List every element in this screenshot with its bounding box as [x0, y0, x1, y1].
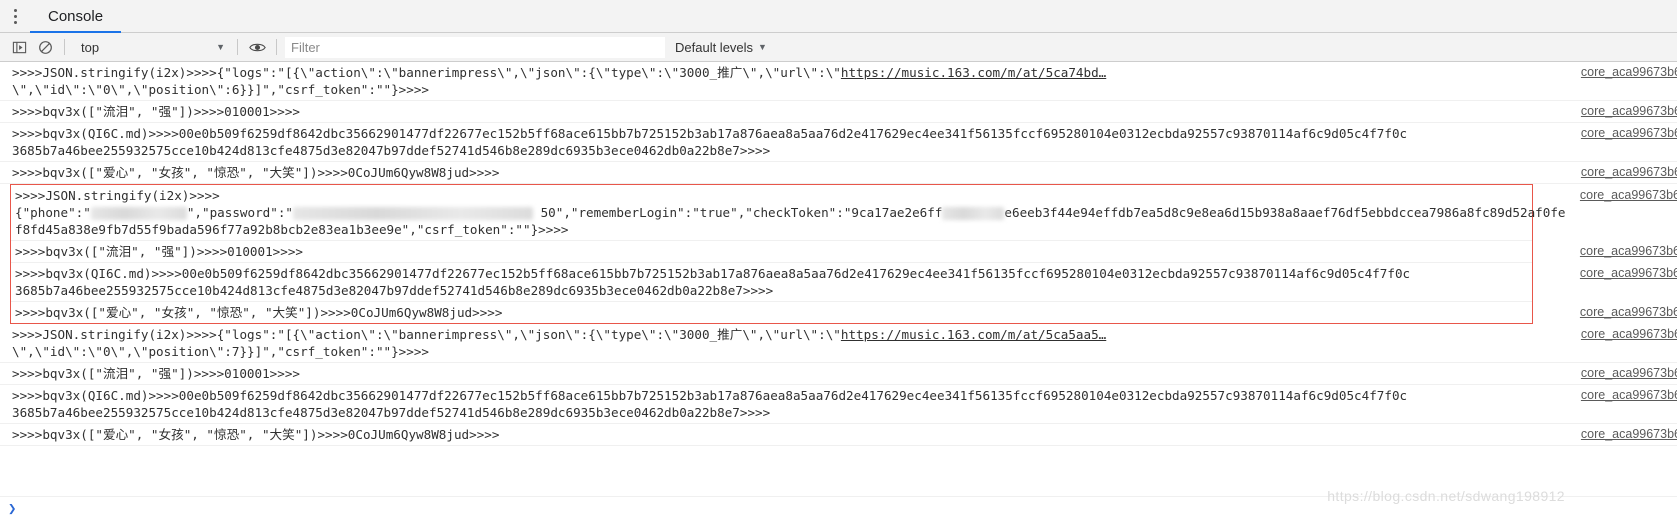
message-source-link[interactable]: core_aca99673b6 [1580, 243, 1677, 260]
console-message-line: \",\"id\":\"0\",\"position\":7}}]","csrf… [12, 343, 1677, 360]
console-message[interactable]: >>>>bqv3x(QI6C.md)>>>>00e0b509f6259df864… [0, 385, 1677, 424]
devtools-tabstrip: Console [0, 0, 1677, 33]
console-url-link[interactable]: https://music.163.com/m/at/5ca5aa5… [841, 327, 1106, 342]
console-message-line: 3685b7a46bee255932575cce10b424d813cfe487… [12, 142, 1677, 159]
tab-console-label: Console [48, 7, 104, 25]
console-message-text: >>>>bqv3x(QI6C.md)>>>>00e0b509f6259df864… [15, 266, 1411, 281]
console-message-line: >>>>bqv3x(["爱心", "女孩", "惊恐", "大笑"])>>>>0… [12, 164, 1677, 181]
console-message-line: >>>>bqv3x(["流泪", "强"])>>>>010001>>>> [15, 243, 1532, 260]
console-message-line: >>>>bqv3x(QI6C.md)>>>>00e0b509f6259df864… [15, 265, 1532, 282]
console-message-text: 3685b7a46bee255932575cce10b424d813cfe487… [12, 405, 771, 420]
message-source-link[interactable]: core_aca99673b6 [1581, 64, 1677, 81]
console-message[interactable]: >>>>bqv3x(["爱心", "女孩", "惊恐", "大笑"])>>>>0… [11, 302, 1677, 323]
highlighted-message-group: >>>>JSON.stringify(i2x)>>>> {"phone":" ","… [10, 184, 1677, 324]
message-source-link[interactable]: core_aca99673b6 [1580, 265, 1677, 282]
console-message-text: 50","rememberLogin":"true","checkToken":… [532, 205, 943, 220]
console-message-text: >>>>bqv3x(["爱心", "女孩", "惊恐", "大笑"])>>>>0… [12, 165, 500, 180]
console-message-line: >>>>JSON.stringify(i2x)>>>> [15, 187, 1532, 204]
console-message[interactable]: >>>>JSON.stringify(i2x)>>>> {"phone":" ","… [11, 185, 1677, 241]
console-message-text: >>>>JSON.stringify(i2x)>>>>{"logs":"[{\"… [12, 65, 841, 80]
toolbar-divider-2 [237, 39, 238, 55]
console-message[interactable]: >>>>bqv3x(QI6C.md)>>>>00e0b509f6259df864… [11, 263, 1677, 302]
message-source-link[interactable]: core_aca99673b6 [1581, 387, 1677, 404]
console-message[interactable]: >>>>bqv3x(["流泪", "强"])>>>>010001>>>> core… [0, 363, 1677, 385]
console-message-text: f8fd45a838e9fb7d55f9bada596f77a92b8bcb2e… [15, 222, 569, 237]
execution-context-selector[interactable]: top ▼ [71, 36, 231, 58]
console-message[interactable]: >>>>bqv3x(["爱心", "女孩", "惊恐", "大笑"])>>>>0… [0, 162, 1677, 184]
console-message-text: >>>>JSON.stringify(i2x)>>>> [15, 188, 220, 203]
message-source-link[interactable]: core_aca99673b6 [1580, 304, 1677, 321]
more-options-icon[interactable] [0, 0, 30, 32]
log-levels-label: Default levels [675, 39, 754, 55]
console-message[interactable]: >>>>bqv3x(["爱心", "女孩", "惊恐", "大笑"])>>>>0… [0, 424, 1677, 446]
console-message-line: {"phone":" ","password":" 50","rememberLo… [15, 204, 1566, 221]
clear-console-icon[interactable] [32, 34, 58, 60]
message-source-link[interactable]: core_aca99673b6 [1581, 326, 1677, 343]
console-message[interactable]: >>>>JSON.stringify(i2x)>>>>{"logs":"[{\"… [0, 324, 1677, 363]
message-source-link[interactable]: core_aca99673b6 [1581, 365, 1677, 382]
message-source-link[interactable]: core_aca99673b6 [1581, 103, 1677, 120]
console-message-text: 3685b7a46bee255932575cce10b424d813cfe487… [15, 283, 774, 298]
console-message-text: >>>>bqv3x(QI6C.md)>>>>00e0b509f6259df864… [12, 388, 1408, 403]
chevron-down-icon: ▼ [758, 42, 767, 52]
message-source-link[interactable]: core_aca99673b6 [1581, 426, 1677, 443]
console-message-text: >>>>bqv3x(["爱心", "女孩", "惊恐", "大笑"])>>>>0… [15, 305, 503, 320]
chevron-right-icon: ❯ [8, 500, 17, 517]
console-message-list[interactable]: >>>>JSON.stringify(i2x)>>>>{"logs":"[{\"… [0, 62, 1677, 496]
console-message[interactable]: >>>>bqv3x(["流泪", "强"])>>>>010001>>>> core… [0, 101, 1677, 123]
console-message-text: \",\"id\":\"0\",\"position\":7}}]","csrf… [12, 344, 430, 359]
console-message-text: >>>>JSON.stringify(i2x)>>>>{"logs":"[{\"… [12, 327, 841, 342]
console-message-text: e6eeb3f44e94effdb7ea5d8c9e8ea6d15b938a8a… [1004, 205, 1566, 220]
console-message-text: \",\"id\":\"0\",\"position\":6}}]","csrf… [12, 82, 430, 97]
console-message-line: 3685b7a46bee255932575cce10b424d813cfe487… [15, 282, 1532, 299]
redacted-value [942, 207, 1005, 220]
message-source-link[interactable]: core_aca99673b6 [1580, 187, 1677, 204]
devtools-console-panel: Console top ▼ Filter Default levels ▼ >>… [0, 0, 1677, 520]
console-message-line: >>>>bqv3x(["爱心", "女孩", "惊恐", "大笑"])>>>>0… [12, 426, 1677, 443]
eye-icon[interactable] [244, 34, 270, 60]
log-levels-selector[interactable]: Default levels ▼ [675, 40, 767, 55]
console-message-text: >>>>bqv3x(["流泪", "强"])>>>>010001>>>> [12, 104, 300, 119]
toolbar-divider-1 [64, 39, 65, 55]
console-message-line: 3685b7a46bee255932575cce10b424d813cfe487… [12, 404, 1677, 421]
console-message[interactable]: >>>>bqv3x(["流泪", "强"])>>>>010001>>>> core… [11, 241, 1677, 263]
filter-input[interactable] [285, 36, 665, 58]
console-message-text: >>>>bqv3x(["流泪", "强"])>>>>010001>>>> [12, 366, 300, 381]
console-message-line: >>>>bqv3x(["流泪", "强"])>>>>010001>>>> [12, 365, 1677, 382]
console-message-line: >>>>bqv3x(["流泪", "强"])>>>>010001>>>> [12, 103, 1677, 120]
execution-context-value: top [81, 39, 100, 55]
chevron-down-icon: ▼ [216, 42, 225, 52]
console-message-line: \",\"id\":\"0\",\"position\":6}}]","csrf… [12, 81, 1677, 98]
console-message-line: >>>>bqv3x(QI6C.md)>>>>00e0b509f6259df864… [12, 387, 1677, 404]
message-source-link[interactable]: core_aca99673b6 [1581, 164, 1677, 181]
console-message-line: f8fd45a838e9fb7d55f9bada596f77a92b8bcb2e… [15, 221, 1532, 238]
console-prompt-row[interactable]: ❯ [0, 496, 1677, 520]
console-message-text: >>>>bqv3x(QI6C.md)>>>>00e0b509f6259df864… [12, 126, 1408, 141]
message-source-link[interactable]: core_aca99673b6 [1581, 125, 1677, 142]
console-message-text: >>>>bqv3x(["爱心", "女孩", "惊恐", "大笑"])>>>>0… [12, 427, 500, 442]
redacted-value [90, 207, 187, 220]
console-message-line: >>>>bqv3x(["爱心", "女孩", "惊恐", "大笑"])>>>>0… [15, 304, 1532, 321]
tab-console[interactable]: Console [30, 1, 122, 33]
console-url-link[interactable]: https://music.163.com/m/at/5ca74bd… [841, 65, 1106, 80]
console-message-line: >>>>bqv3x(QI6C.md)>>>>00e0b509f6259df864… [12, 125, 1677, 142]
console-message-line: >>>>JSON.stringify(i2x)>>>>{"logs":"[{\"… [12, 64, 1677, 81]
console-message[interactable]: >>>>JSON.stringify(i2x)>>>>{"logs":"[{\"… [0, 62, 1677, 101]
toolbar-divider-3 [276, 39, 277, 55]
console-message-text: 3685b7a46bee255932575cce10b424d813cfe487… [12, 143, 771, 158]
console-message[interactable]: >>>>bqv3x(QI6C.md)>>>>00e0b509f6259df864… [0, 123, 1677, 162]
console-message-text: {"phone":" [15, 205, 91, 220]
redacted-value [292, 207, 533, 220]
console-sidebar-icon[interactable] [6, 34, 32, 60]
console-message-line: >>>>JSON.stringify(i2x)>>>>{"logs":"[{\"… [12, 326, 1677, 343]
console-toolbar: top ▼ Default levels ▼ [0, 33, 1677, 62]
console-message-text: >>>>bqv3x(["流泪", "强"])>>>>010001>>>> [15, 244, 303, 259]
console-message-text: ","password":" [186, 205, 293, 220]
